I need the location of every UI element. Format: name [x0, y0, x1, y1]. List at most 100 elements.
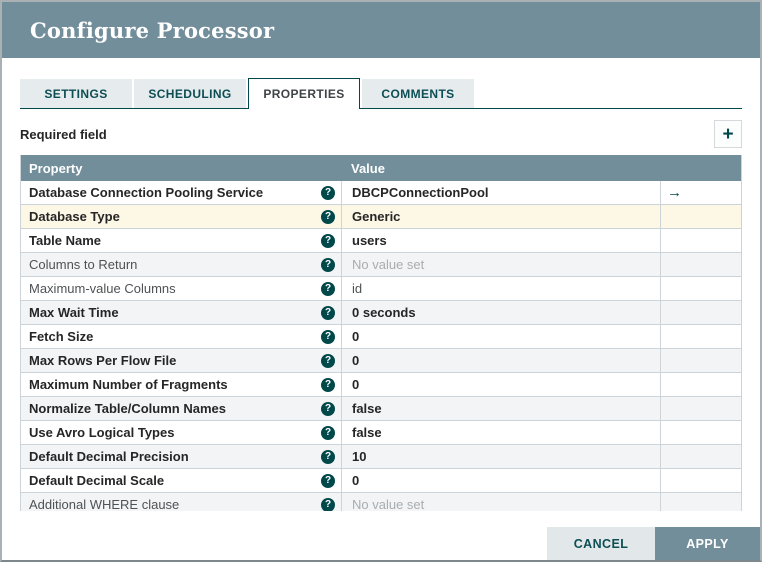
- property-row[interactable]: Maximum Number of Fragments ? 0: [21, 373, 741, 397]
- actions-cell: [660, 421, 741, 444]
- property-row[interactable]: Max Wait Time ? 0 seconds: [21, 301, 741, 325]
- property-row[interactable]: Max Rows Per Flow File ? 0: [21, 349, 741, 373]
- property-value: users: [352, 233, 387, 248]
- property-value: 0: [352, 473, 360, 488]
- property-row[interactable]: Use Avro Logical Types ? false: [21, 421, 741, 445]
- value-cell: 0 seconds: [341, 301, 660, 324]
- property-row[interactable]: Additional WHERE clause ? No value set: [21, 493, 741, 511]
- configure-processor-dialog: Configure Processor SETTINGS SCHEDULING …: [0, 0, 762, 562]
- actions-cell: [660, 349, 741, 372]
- question-mark-icon[interactable]: ?: [321, 233, 335, 248]
- property-name: Maximum Number of Fragments: [29, 377, 228, 392]
- value-cell: 0: [341, 373, 660, 396]
- property-row[interactable]: Table Name ? users: [21, 229, 741, 253]
- value-cell: No value set: [341, 253, 660, 276]
- question-mark-icon[interactable]: ?: [321, 401, 335, 416]
- property-name: Normalize Table/Column Names: [29, 401, 226, 416]
- actions-cell: [660, 469, 741, 492]
- property-name: Max Rows Per Flow File: [29, 353, 177, 368]
- actions-cell: [660, 493, 741, 511]
- actions-cell: [660, 205, 741, 228]
- actions-cell: [660, 253, 741, 276]
- property-row[interactable]: Fetch Size ? 0: [21, 325, 741, 349]
- dialog-title: Configure Processor: [30, 17, 275, 43]
- actions-cell: [660, 445, 741, 468]
- property-cell: Additional WHERE clause ?: [21, 493, 341, 511]
- property-row[interactable]: Database Connection Pooling Service ? DB…: [21, 181, 741, 205]
- properties-toolbar: Required field +: [20, 120, 742, 148]
- question-mark-icon[interactable]: ?: [321, 353, 335, 368]
- property-value: 10: [352, 449, 367, 464]
- value-cell: 0: [341, 349, 660, 372]
- value-cell: Generic: [341, 205, 660, 228]
- property-name: Default Decimal Scale: [29, 473, 165, 488]
- property-name: Use Avro Logical Types: [29, 425, 175, 440]
- property-cell: Fetch Size ?: [21, 325, 341, 348]
- value-cell: id: [341, 277, 660, 300]
- question-mark-icon[interactable]: ?: [321, 329, 335, 344]
- property-value: DBCPConnectionPool: [352, 185, 489, 200]
- property-row[interactable]: Database Type ? Generic: [21, 205, 741, 229]
- property-table: Property Value Database Connection Pooli…: [20, 155, 742, 511]
- question-mark-icon[interactable]: ?: [321, 425, 335, 440]
- actions-cell: [660, 397, 741, 420]
- property-cell: Default Decimal Scale ?: [21, 469, 341, 492]
- property-cell: Maximum Number of Fragments ?: [21, 373, 341, 396]
- property-value: 0: [352, 377, 360, 392]
- property-cell: Normalize Table/Column Names ?: [21, 397, 341, 420]
- property-cell: Database Type ?: [21, 205, 341, 228]
- tab-properties[interactable]: PROPERTIES: [248, 78, 360, 109]
- property-cell: Maximum-value Columns ?: [21, 277, 341, 300]
- property-row[interactable]: Default Decimal Scale ? 0: [21, 469, 741, 493]
- property-name: Table Name: [29, 233, 102, 248]
- question-mark-icon[interactable]: ?: [321, 209, 335, 224]
- dialog-footer: CANCEL APPLY: [547, 527, 760, 560]
- cancel-button[interactable]: CANCEL: [547, 527, 655, 560]
- property-row[interactable]: Columns to Return ? No value set: [21, 253, 741, 277]
- question-mark-icon[interactable]: ?: [321, 305, 335, 320]
- property-cell: Use Avro Logical Types ?: [21, 421, 341, 444]
- property-value: 0: [352, 353, 360, 368]
- tab-comments[interactable]: COMMENTS: [362, 79, 474, 108]
- apply-button[interactable]: APPLY: [655, 527, 760, 560]
- property-name: Maximum-value Columns: [29, 281, 176, 296]
- value-cell: 0: [341, 469, 660, 492]
- dialog-body: SETTINGS SCHEDULING PROPERTIES COMMENTS …: [2, 78, 760, 511]
- property-value: Generic: [352, 209, 401, 224]
- question-mark-icon[interactable]: ?: [321, 377, 335, 392]
- property-cell: Max Wait Time ?: [21, 301, 341, 324]
- tab-scheduling[interactable]: SCHEDULING: [134, 79, 246, 108]
- property-row[interactable]: Default Decimal Precision ? 10: [21, 445, 741, 469]
- question-mark-icon[interactable]: ?: [321, 449, 335, 464]
- property-value: false: [352, 401, 382, 416]
- property-value: No value set: [352, 497, 425, 511]
- property-row[interactable]: Maximum-value Columns ? id: [21, 277, 741, 301]
- value-cell: users: [341, 229, 660, 252]
- plus-icon[interactable]: +: [714, 120, 742, 148]
- tab-settings[interactable]: SETTINGS: [20, 79, 132, 108]
- question-mark-icon[interactable]: ?: [321, 497, 335, 511]
- property-name: Default Decimal Precision: [29, 449, 189, 464]
- actions-cell: [660, 301, 741, 324]
- column-header-value: Value: [351, 160, 385, 176]
- value-cell: 0: [341, 325, 660, 348]
- property-cell: Database Connection Pooling Service ?: [21, 181, 341, 204]
- property-row[interactable]: Normalize Table/Column Names ? false: [21, 397, 741, 421]
- property-value: id: [352, 281, 363, 296]
- right-arrow-icon[interactable]: →: [667, 184, 682, 201]
- property-name: Database Type: [29, 209, 120, 224]
- question-mark-icon[interactable]: ?: [321, 281, 335, 296]
- question-mark-icon[interactable]: ?: [321, 257, 335, 272]
- value-cell: false: [341, 421, 660, 444]
- question-mark-icon[interactable]: ?: [321, 473, 335, 488]
- property-value: No value set: [352, 257, 425, 272]
- property-cell: Columns to Return ?: [21, 253, 341, 276]
- dialog-header: Configure Processor: [2, 2, 760, 58]
- actions-cell: [660, 325, 741, 348]
- property-value: 0 seconds: [352, 305, 416, 320]
- value-cell: No value set: [341, 493, 660, 511]
- property-cell: Default Decimal Precision ?: [21, 445, 341, 468]
- property-name: Additional WHERE clause: [29, 497, 180, 511]
- question-mark-icon[interactable]: ?: [321, 185, 335, 200]
- actions-cell: [660, 229, 741, 252]
